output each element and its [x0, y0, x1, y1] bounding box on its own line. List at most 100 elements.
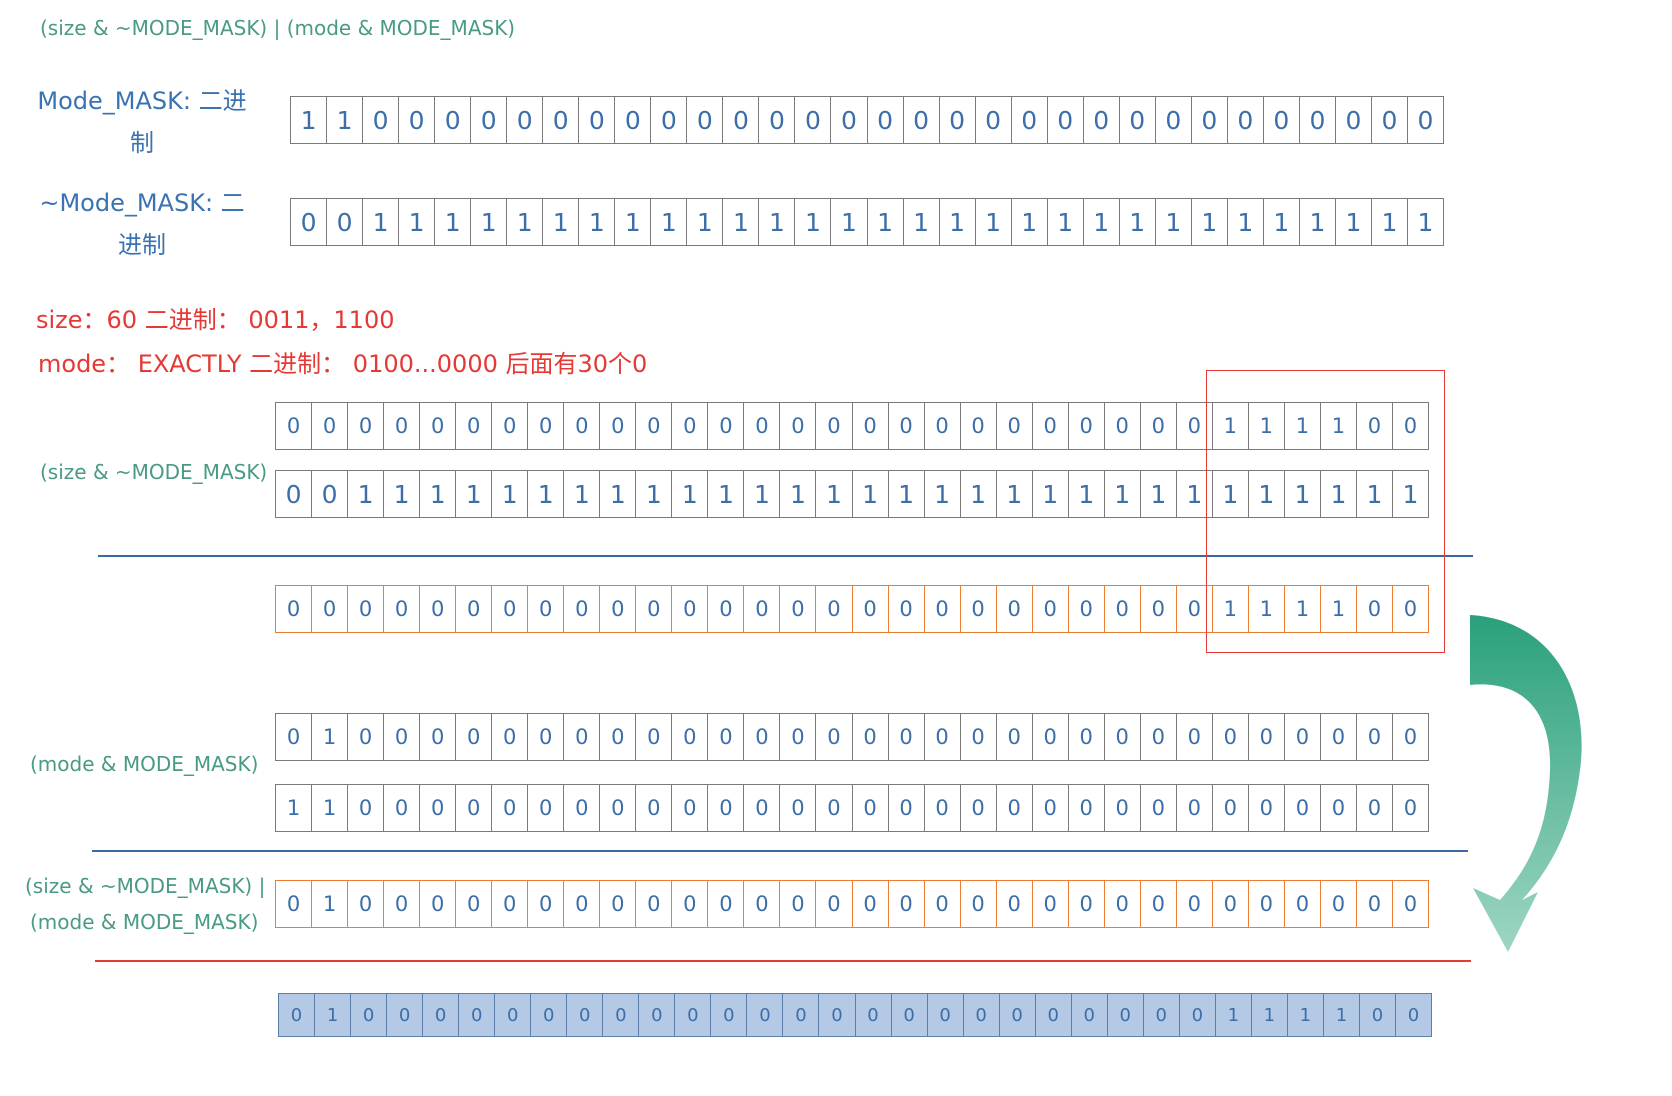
bit-cell: 0 [1175, 785, 1212, 831]
bit-cell: 1 [1046, 199, 1083, 245]
bit-cell: 0 [1355, 714, 1392, 760]
bit-cell: 0 [491, 403, 527, 449]
final-result-row: 01000000000000000000000000111100 [278, 993, 1432, 1037]
bit-cell: 1 [311, 714, 347, 760]
bit-cell: 1 [362, 199, 398, 245]
not-mode-mask-label: ~Mode_MASK: 二进制 [39, 189, 245, 259]
bit-cell: 0 [455, 403, 491, 449]
bit-cell: 0 [563, 403, 599, 449]
bit-cell: 1 [542, 199, 578, 245]
bit-cell: 0 [599, 403, 635, 449]
bit-cell: 0 [851, 586, 888, 632]
bit-cell: 0 [311, 471, 347, 517]
bit-cell: 0 [1139, 785, 1176, 831]
bit-cell: 0 [815, 881, 851, 927]
not-mode-mask-row: 00111111111111111111111111111111 [290, 198, 1444, 246]
bit-cell: 1 [1322, 994, 1359, 1036]
bit-cell: 1 [1262, 199, 1299, 245]
bit-cell: 0 [743, 881, 779, 927]
bit-cell: 0 [383, 586, 419, 632]
bit-cell: 0 [815, 714, 851, 760]
bit-cell: 0 [866, 97, 903, 143]
bit-cell: 0 [1391, 785, 1428, 831]
bit-cell: 1 [311, 881, 347, 927]
bit-cell: 0 [458, 994, 494, 1036]
bit-cell: 0 [1334, 97, 1371, 143]
bit-cell: 0 [1103, 881, 1140, 927]
bit-cell: 0 [671, 881, 707, 927]
bit-cell: 0 [491, 586, 527, 632]
bit-cell: 0 [350, 994, 386, 1036]
bit-cell: 0 [1247, 714, 1284, 760]
bit-cell: 0 [527, 785, 563, 831]
bit-cell: 0 [926, 994, 963, 1036]
bit-cell: 0 [998, 994, 1035, 1036]
bit-cell: 0 [527, 714, 563, 760]
bit-cell: 1 [1031, 471, 1068, 517]
bit-cell: 0 [779, 586, 815, 632]
bit-cell: 0 [707, 586, 743, 632]
bit-cell: 0 [1067, 714, 1104, 760]
bit-cell: 0 [419, 881, 455, 927]
bit-cell: 0 [650, 97, 686, 143]
bit-cell: 1 [851, 471, 888, 517]
bit-cell: 0 [995, 785, 1032, 831]
bit-cell: 0 [1034, 994, 1071, 1036]
bit-cell: 0 [1358, 994, 1395, 1036]
bit-cell: 1 [686, 199, 722, 245]
bit-cell: 0 [890, 994, 927, 1036]
bit-cell: 0 [995, 881, 1032, 927]
mode-mask-label: Mode_MASK: 二进制 [37, 87, 247, 157]
bit-cell: 0 [527, 403, 563, 449]
bit-cell: 0 [1355, 881, 1392, 927]
bit-cell: 1 [1118, 199, 1155, 245]
bit-cell: 0 [347, 785, 383, 831]
bit-cell: 0 [419, 714, 455, 760]
bit-cell: 0 [962, 994, 999, 1036]
bit-cell: 0 [815, 403, 851, 449]
bit-cell: 1 [815, 471, 851, 517]
bit-cell: 0 [707, 403, 743, 449]
separator-line-red [95, 960, 1471, 962]
bit-cell: 0 [311, 403, 347, 449]
bit-cell: 0 [887, 785, 924, 831]
bit-cell: 0 [599, 586, 635, 632]
bit-cell: 0 [1031, 881, 1068, 927]
bit-cell: 0 [887, 714, 924, 760]
bit-cell: 1 [455, 471, 491, 517]
or-label-line2: (mode & MODE_MASK) [30, 910, 259, 934]
bit-cell: 0 [1298, 97, 1335, 143]
bit-cell: 0 [923, 586, 960, 632]
bit-cell: 0 [995, 403, 1032, 449]
bit-cell: 0 [506, 97, 542, 143]
bit-cell: 0 [1319, 785, 1356, 831]
bit-cell: 0 [722, 97, 758, 143]
bit-cell: 0 [1283, 881, 1320, 927]
bit-cell: 0 [419, 586, 455, 632]
bit-cell: 0 [710, 994, 746, 1036]
bit-cell: 0 [1046, 97, 1083, 143]
bit-cell: 0 [635, 403, 671, 449]
bit-cell: 0 [527, 881, 563, 927]
bit-cell: 0 [383, 785, 419, 831]
size-description: size：60 二进制： 0011，1100 [36, 306, 395, 334]
bit-cell: 1 [491, 471, 527, 517]
bit-cell: 1 [1298, 199, 1335, 245]
bit-cell: 0 [959, 785, 996, 831]
bit-cell: 0 [599, 785, 635, 831]
bit-cell: 0 [1262, 97, 1299, 143]
bit-cell: 1 [578, 199, 614, 245]
bit-cell: 0 [1103, 586, 1140, 632]
bit-cell: 0 [674, 994, 710, 1036]
bit-cell: 1 [470, 199, 506, 245]
bit-cell: 0 [1031, 586, 1068, 632]
bit-cell: 1 [419, 471, 455, 517]
bit-cell: 0 [1142, 994, 1179, 1036]
bit-cell: 0 [779, 881, 815, 927]
bit-cell: 0 [614, 97, 650, 143]
bit-cell: 0 [563, 586, 599, 632]
bit-cell: 0 [815, 785, 851, 831]
mode-bits-row: 01000000000000000000000000000000 [275, 713, 1429, 761]
bit-cell: 1 [347, 471, 383, 517]
bit-cell: 1 [1154, 199, 1191, 245]
